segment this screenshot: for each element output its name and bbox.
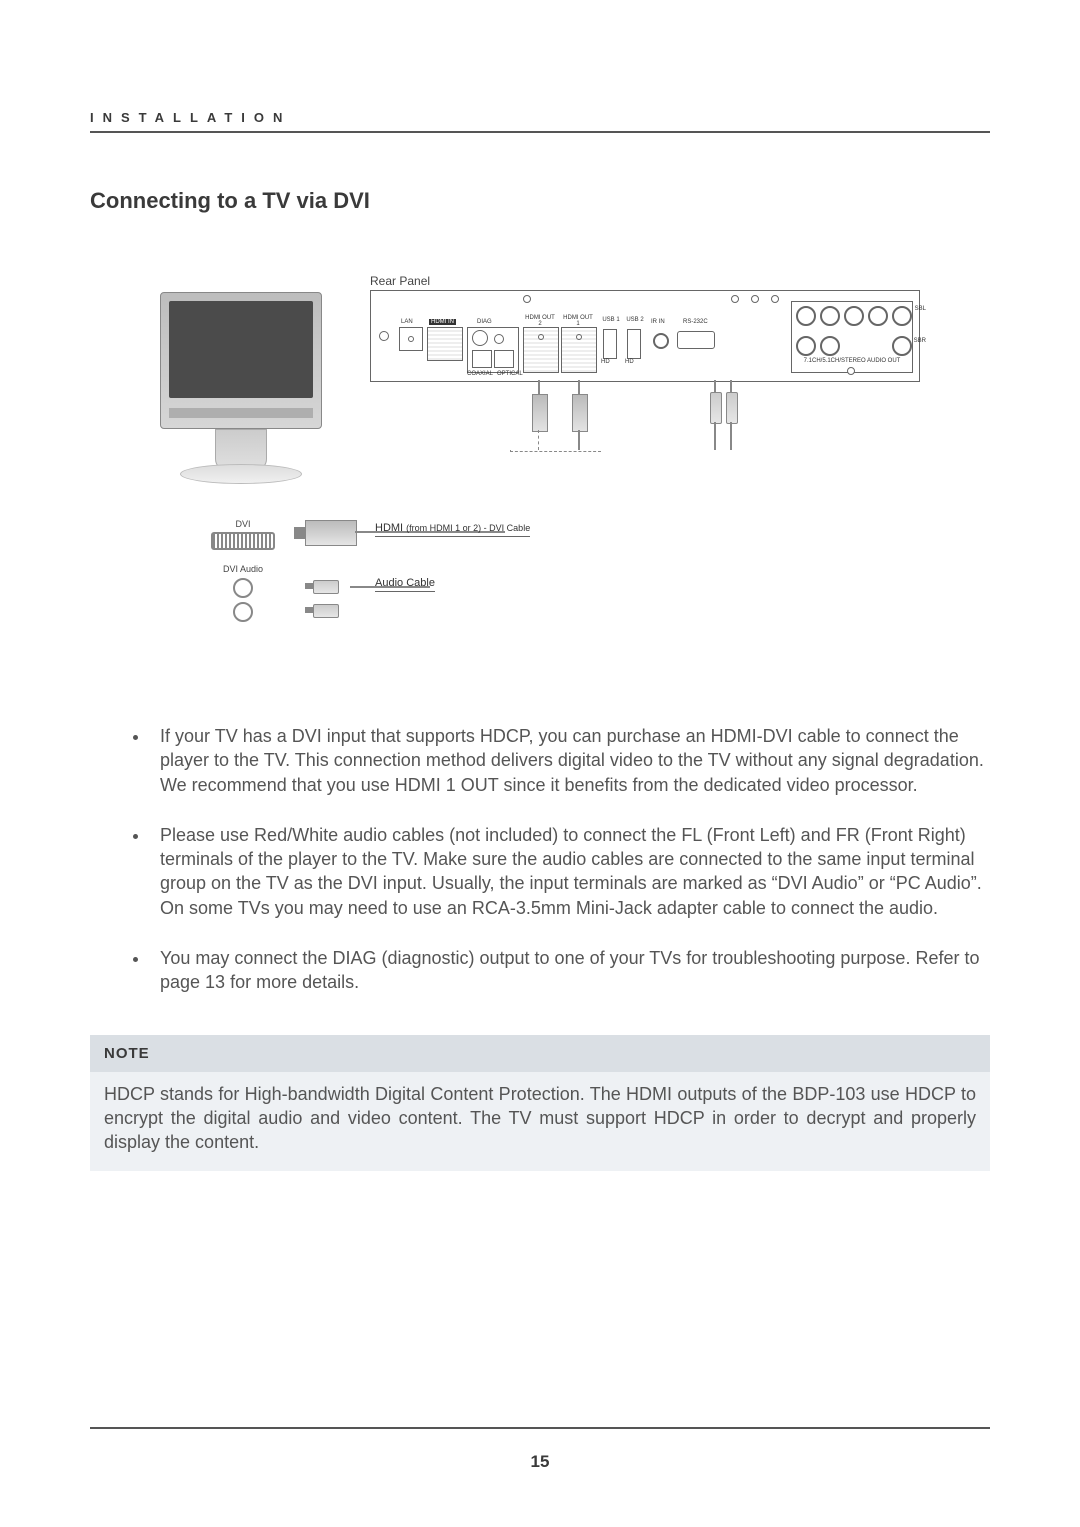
port-label-optical: OPTICAL [497,371,523,377]
port-label-usb2: USB 2 [625,317,645,323]
rear-panel: LAN HDMI IN DIAG COAXIAL OPTICAL HDMI OU… [370,290,920,382]
page: INSTALLATION Connecting to a TV via DVI … [0,0,1080,1527]
hdmi-connector-2 [572,394,588,432]
screw-icon [379,331,389,341]
rca-sbl [892,306,912,326]
tv-dvi-audio-block: DVI Audio [188,564,298,626]
hdmi-connector-1 [532,394,548,432]
stereo-plug-2 [305,604,345,616]
stereo-plug-1 [305,580,345,592]
tv-dvi-port-block: DVI [188,519,298,550]
rear-panel-label: Rear Panel [370,274,430,288]
dashed-connection-line [510,450,601,452]
hdmi-dvi-cable-label-a: HDMI [375,522,403,534]
rca-sbr [892,336,912,356]
audio-cable-label: Audio Cable [375,577,435,592]
screw-dot [731,295,739,303]
hdmi-in-port [427,327,463,361]
wire [714,380,716,392]
dvi-cable-plug [305,520,357,546]
ir-in-port [653,333,669,349]
port-label-hdmi-in: HDMI IN [429,319,456,325]
tv-dvi-audio-label: DVI Audio [188,564,298,574]
tv-body [160,292,322,429]
port-label-rs232c: RS-232C [683,319,708,325]
page-header-section: INSTALLATION [90,110,990,125]
rca-plug-1 [710,392,722,424]
screw-dot [751,295,759,303]
rca-fr [820,336,840,356]
tv-audio-rca-2 [233,602,253,622]
header-rule [90,131,990,133]
lan-port [399,327,423,351]
hdmi-out-2-port [523,327,559,373]
tv-dvi-label: DVI [188,519,298,529]
tv-screen [169,301,313,398]
wire [730,380,732,392]
rca-sw [868,306,888,326]
tv-stand-base [180,464,302,484]
port-label-diag: DIAG [477,319,492,325]
tv-dvi-port [211,532,275,550]
port-label-coaxial: COAXIAL [467,371,493,377]
optical-box [494,350,514,368]
bullet-1: If your TV has a DVI input that supports… [150,724,990,797]
wire [714,422,716,450]
note-body: HDCP stands for High-bandwidth Digital C… [90,1072,990,1171]
note-heading: NOTE [90,1035,990,1072]
footer-rule [90,1427,990,1429]
rca-plug-2 [726,392,738,424]
port-label-lan: LAN [401,319,413,325]
wire [578,430,580,450]
bullet-2: Please use Red/White audio cables (not i… [150,823,990,920]
port-label-usb1: USB 1 [601,317,621,323]
rs232c-port [677,331,715,349]
usb2-port [627,329,641,359]
screw-dot [523,295,531,303]
port-label-hd2: HD [625,359,634,365]
diag-port-area [467,327,519,373]
wire [730,422,732,450]
hdmi-out-1-port [561,327,597,373]
section-title: Connecting to a TV via DVI [90,188,990,214]
wire [578,380,580,394]
tv-audio-rca-1 [233,578,253,598]
connection-diagram: Rear Panel LAN HDMI IN DIAG COAXIA [140,264,940,624]
rca-audio-group: SBL SBR 7.1CH/5.1CH/STEREO AUDIO OUT [791,301,913,373]
bullet-3: You may connect the DIAG (diagnostic) ou… [150,946,990,995]
hdmi-dvi-cable-label: HDMI (from HDMI 1 or 2) - DVI Cable [375,522,530,537]
rca-c [844,306,864,326]
port-label-hdmi-out-1: HDMI OUT 1 [561,315,595,327]
rca-fl [820,306,840,326]
port-label-hdmi-out-2: HDMI OUT 2 [523,315,557,327]
coax-jack [494,334,504,344]
tv-strip [169,408,313,418]
note-block: NOTE HDCP stands for High-bandwidth Digi… [90,1035,990,1171]
port-label-hd1: HD [601,359,610,365]
wire [538,380,540,394]
rca-sr [796,336,816,356]
hdmi-dvi-cable-label-b: (from HDMI 1 or 2) - DVI Cable [406,523,530,533]
usb1-port [603,329,617,359]
wire-dashed [538,430,539,450]
rca-sl [796,306,816,326]
coaxial-box [472,350,492,368]
bullet-list: If your TV has a DVI input that supports… [90,724,990,995]
rca-label-sbl: SBL [915,306,926,312]
page-number: 15 [0,1452,1080,1472]
port-label-ir-in: IR IN [651,319,665,325]
screw-dot [847,367,855,375]
diag-jack [472,330,488,346]
rca-group-label: 7.1CH/5.1CH/STEREO AUDIO OUT [794,358,910,364]
rca-label-sbr: SBR [914,338,926,344]
screw-dot [771,295,779,303]
